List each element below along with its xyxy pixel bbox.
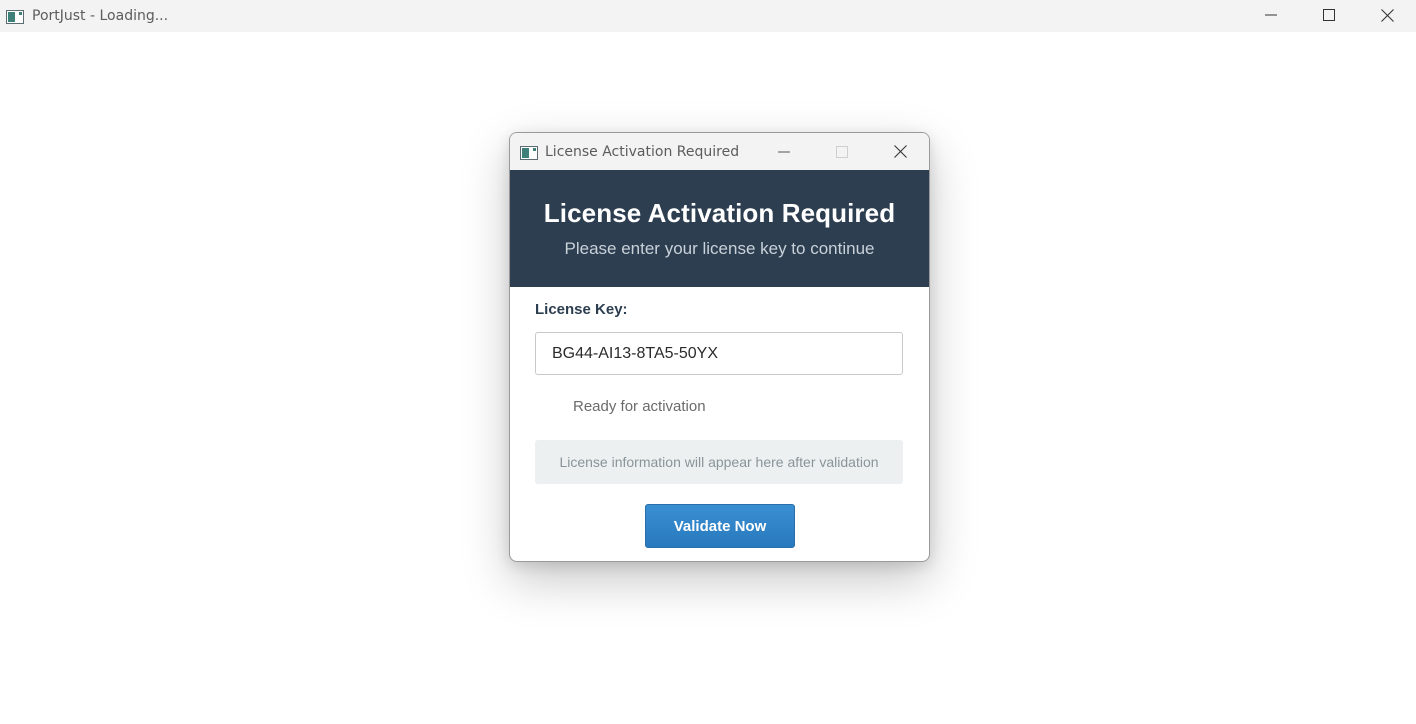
dialog-maximize-button[interactable] <box>813 133 871 170</box>
license-info-box: License information will appear here aft… <box>535 440 903 484</box>
license-key-input[interactable] <box>535 332 903 375</box>
main-window-title: PortJust - Loading... <box>32 8 169 24</box>
main-minimize-button[interactable] <box>1242 0 1300 30</box>
dialog-close-button[interactable] <box>871 133 929 170</box>
validate-now-button[interactable]: Validate Now <box>645 504 795 548</box>
dialog-minimize-button[interactable] <box>755 133 813 170</box>
close-icon <box>893 145 907 158</box>
minimize-icon <box>1265 14 1277 16</box>
header-subtitle: Please enter your license key to continu… <box>564 239 875 258</box>
main-titlebar: PortJust - Loading... <box>0 0 1416 32</box>
license-key-label: License Key: <box>535 301 628 318</box>
app-window-icon <box>6 9 24 24</box>
minimize-icon <box>778 151 790 152</box>
dialog-titlebar: License Activation Required <box>510 133 929 170</box>
dialog-header: License Activation Required Please enter… <box>510 170 929 287</box>
main-close-button[interactable] <box>1358 0 1416 30</box>
close-icon <box>1380 8 1394 22</box>
dialog-window-title: License Activation Required <box>545 143 740 160</box>
header-title: License Activation Required <box>543 198 896 228</box>
main-maximize-button[interactable] <box>1300 0 1358 30</box>
main-window-controls <box>1242 0 1416 32</box>
status-text: Ready for activation <box>573 398 706 415</box>
maximize-icon <box>836 145 848 158</box>
dialog-window-controls <box>755 133 929 170</box>
app-window-icon <box>520 145 538 160</box>
maximize-icon <box>1323 9 1335 21</box>
license-dialog: License Activation Required License Acti… <box>509 132 930 562</box>
